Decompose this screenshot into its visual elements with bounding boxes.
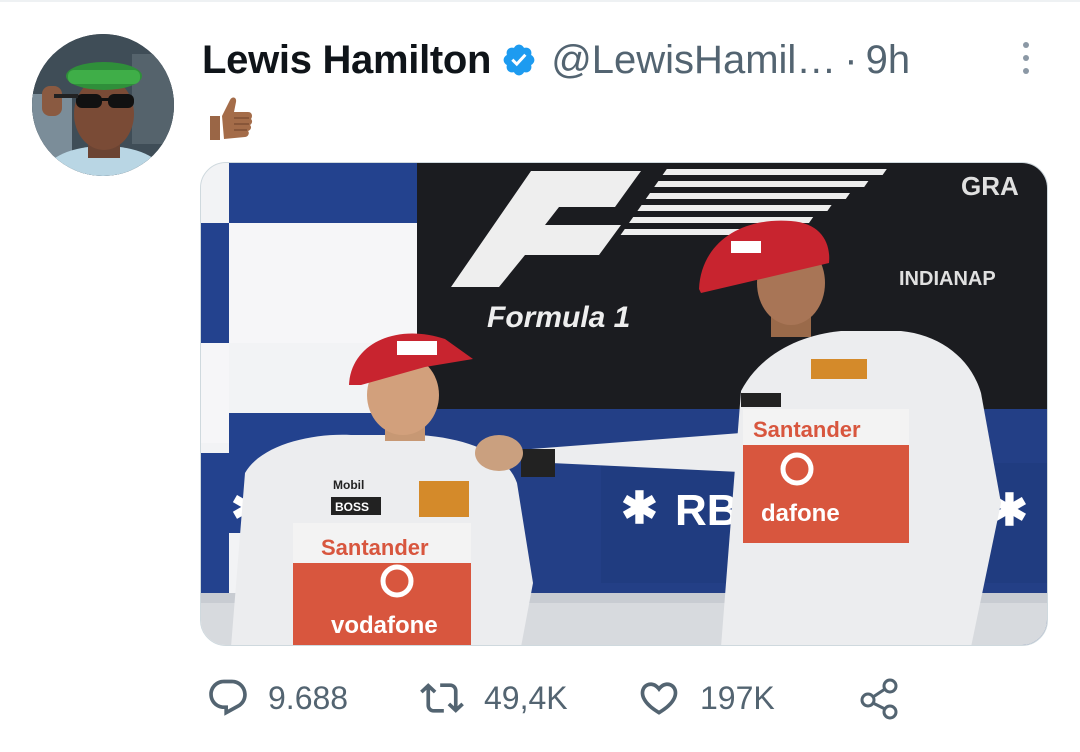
media-banner-location: INDIANAP [899,268,996,290]
media-sponsor-boss: BOSS [335,500,369,514]
media-sponsor-rb: RB [675,486,739,535]
more-dots-icon[interactable] [1014,38,1038,78]
share-button[interactable] [858,666,920,730]
share-icon [860,678,898,720]
author-avatar[interactable] [32,34,174,176]
author-handle[interactable]: @LewisHamil… [551,38,836,83]
media-sponsor-mobil: Mobil [333,478,364,492]
more-dot [1023,68,1029,74]
verified-badge-icon [501,42,537,78]
reply-icon [209,679,247,716]
heart-icon [640,682,678,715]
tweet-header: Lewis Hamilton @LewisHamil… · 9h [202,34,910,86]
media-logo-text: Formula 1 [487,301,630,334]
reply-button[interactable]: 9.688 [206,666,348,730]
more-dot [1023,55,1029,61]
top-divider [0,0,1080,2]
media-sponsor-vodafone-left: vodafone [331,612,438,639]
retweet-button[interactable]: 49,4K [418,666,568,730]
tweet-text [204,92,256,144]
author-name[interactable]: Lewis Hamilton [202,38,491,83]
svg-text:✱: ✱ [621,484,658,533]
reply-count: 9.688 [268,679,349,716]
retweet-icon [420,683,464,713]
thumbs-up-emoji-icon [210,97,253,140]
like-button[interactable]: 197K [636,666,775,730]
tweet-actions: 9.688 49,4K 197K [0,666,1080,730]
separator-dot: · [844,37,858,82]
avatar-photo [32,34,174,176]
tweet-timestamp[interactable]: 9h [866,38,911,83]
media-sponsor-santander-left: Santander [321,535,429,560]
tweet-media-image[interactable]: Formula 1 GRA INDIANAP ✱ RB ✱ ✱ Santande… [200,162,1048,646]
media-sponsor-santander-right: Santander [753,417,861,442]
retweet-count: 49,4K [484,679,568,716]
podium-photo: Formula 1 GRA INDIANAP ✱ RB ✱ ✱ Santande… [201,163,1047,645]
more-dot [1023,42,1029,48]
media-sponsor-vodafone-right: dafone [761,500,840,527]
like-count: 197K [700,679,775,716]
media-banner-text: GRA [961,171,1019,201]
